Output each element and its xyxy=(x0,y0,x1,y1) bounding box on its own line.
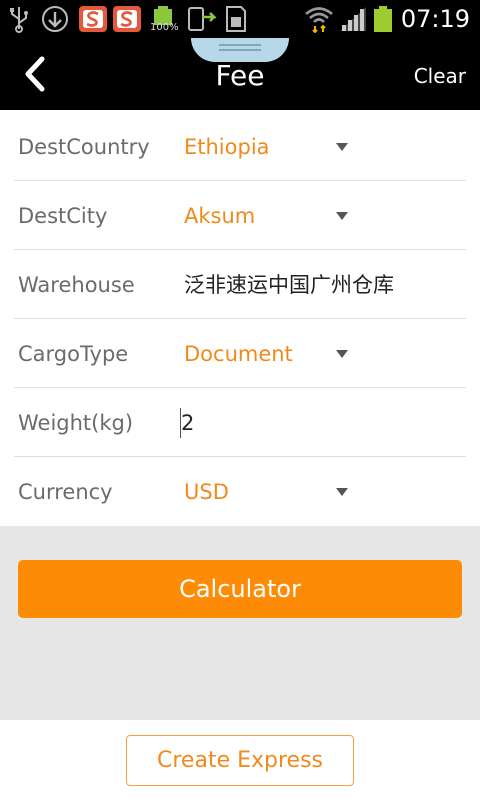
dest-city-row[interactable]: DestCity Aksum xyxy=(0,181,480,250)
dropdown-arrow-icon[interactable] xyxy=(336,212,348,220)
battery-icon xyxy=(374,6,392,32)
cargo-type-row[interactable]: CargoType Document xyxy=(0,319,480,388)
currency-select[interactable]: USD xyxy=(184,477,229,507)
status-bar: 100% 07:19 xyxy=(0,0,480,38)
title-bar: Fee Clear xyxy=(0,38,480,110)
warehouse-value: 泛非速运中国广州仓库 xyxy=(184,273,394,297)
signal-icon xyxy=(340,7,366,31)
cargo-type-label: CargoType xyxy=(18,342,129,366)
dest-country-select[interactable]: Ethiopia xyxy=(184,132,270,162)
battery-full-icon: 100% xyxy=(150,5,179,33)
warehouse-label: Warehouse xyxy=(18,273,135,297)
dest-city-select[interactable]: Aksum xyxy=(184,201,255,231)
weight-label: Weight(kg) xyxy=(18,411,134,435)
download-icon xyxy=(42,6,68,32)
calculator-button[interactable]: Calculator xyxy=(18,560,462,618)
dest-country-row[interactable]: DestCountry Ethiopia xyxy=(0,112,480,181)
create-express-button[interactable]: Create Express xyxy=(126,735,354,786)
battery-percent-badge: 100% xyxy=(150,22,179,33)
warehouse-row: Warehouse 泛非速运中国广州仓库 xyxy=(0,250,480,319)
bottom-bar: Create Express xyxy=(0,720,480,800)
dest-country-label: DestCountry xyxy=(18,135,150,159)
weight-input[interactable]: 2 xyxy=(181,408,194,438)
weight-row: Weight(kg) 2 xyxy=(0,388,480,457)
sogou-s-icon xyxy=(113,6,141,32)
clear-button[interactable]: Clear xyxy=(414,62,466,90)
cargo-type-select[interactable]: Document xyxy=(184,339,293,369)
status-time: 07:19 xyxy=(400,5,470,33)
page-title: Fee xyxy=(215,59,265,92)
usb-icon xyxy=(10,7,28,33)
sd-card-icon xyxy=(226,6,246,32)
wifi-icon xyxy=(305,7,333,33)
dest-city-label: DestCity xyxy=(18,204,108,228)
sogou-s-icon xyxy=(79,6,107,32)
dropdown-arrow-icon[interactable] xyxy=(336,488,348,496)
dropdown-arrow-icon[interactable] xyxy=(336,350,348,358)
fee-form: DestCountry Ethiopia DestCity Aksum Ware… xyxy=(0,110,480,526)
currency-row[interactable]: Currency USD xyxy=(0,457,480,526)
currency-label: Currency xyxy=(18,480,113,504)
dropdown-arrow-icon[interactable] xyxy=(336,143,348,151)
phone-sync-icon xyxy=(188,7,216,31)
